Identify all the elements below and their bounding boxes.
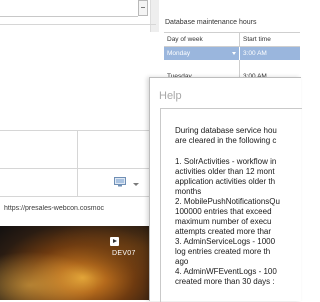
day-cell[interactable]	[164, 60, 239, 70]
maintenance-title: Database maintenance hours	[165, 19, 257, 26]
video-label: DEV07	[112, 250, 136, 257]
help-text-line: application activities older th	[175, 177, 276, 186]
help-content: During database service hou are cleared …	[160, 108, 302, 302]
time-cell[interactable]: 3:00 AM	[239, 47, 300, 60]
divider	[0, 196, 156, 197]
help-text-line: 2. MobilePushNotificationsQu	[175, 197, 280, 206]
help-text-line: months	[175, 187, 202, 196]
help-text-line: created more than 30 days :	[175, 277, 275, 286]
help-text-line: 100000 entries that exceed	[175, 207, 272, 216]
chevron-down-icon[interactable]	[232, 52, 236, 55]
help-text-line: are cleared in the following c	[175, 136, 277, 145]
table-row[interactable]: Monday 3:00 AM	[164, 47, 300, 60]
table-header: Day of week Start time	[164, 33, 300, 47]
minus-icon	[141, 7, 145, 8]
help-title: Help	[159, 90, 182, 102]
help-text-line: activities older than 12 mont	[175, 167, 275, 176]
help-text-line: log entries created more th	[175, 247, 271, 256]
url-text[interactable]: https://presales-webcon.cosmoc	[4, 205, 154, 212]
divider	[0, 168, 156, 169]
divider	[77, 130, 78, 196]
column-header-day[interactable]: Day of week	[164, 33, 239, 46]
help-text-line: 3. AdminServiceLogs - 1000	[175, 237, 276, 246]
input-clear-button[interactable]	[138, 0, 148, 16]
scrollbar[interactable]	[150, 0, 159, 32]
help-text-line: ago	[175, 257, 189, 266]
monitor-icon[interactable]	[114, 177, 126, 187]
help-panel: Help During database service hou are cle…	[149, 77, 302, 302]
help-text-line: maximum number of execu	[175, 217, 272, 226]
top-input-field[interactable]	[0, 0, 138, 17]
time-cell[interactable]	[239, 60, 300, 70]
table-row[interactable]	[164, 60, 300, 70]
video-thumbnail[interactable]	[0, 226, 150, 300]
play-icon[interactable]	[110, 237, 119, 246]
help-text-line: 1. SolrActivities - workflow in	[175, 157, 277, 166]
help-text-line: During database service hou	[175, 126, 277, 135]
help-text-line: 4. AdminWFEventLogs - 100	[175, 267, 277, 276]
help-text-line: attempts created more thar	[175, 227, 272, 236]
day-cell[interactable]: Monday	[164, 47, 239, 60]
column-header-start-time[interactable]: Start time	[239, 33, 300, 46]
divider	[0, 130, 156, 131]
divider	[0, 24, 156, 25]
chevron-down-icon[interactable]	[133, 183, 139, 186]
